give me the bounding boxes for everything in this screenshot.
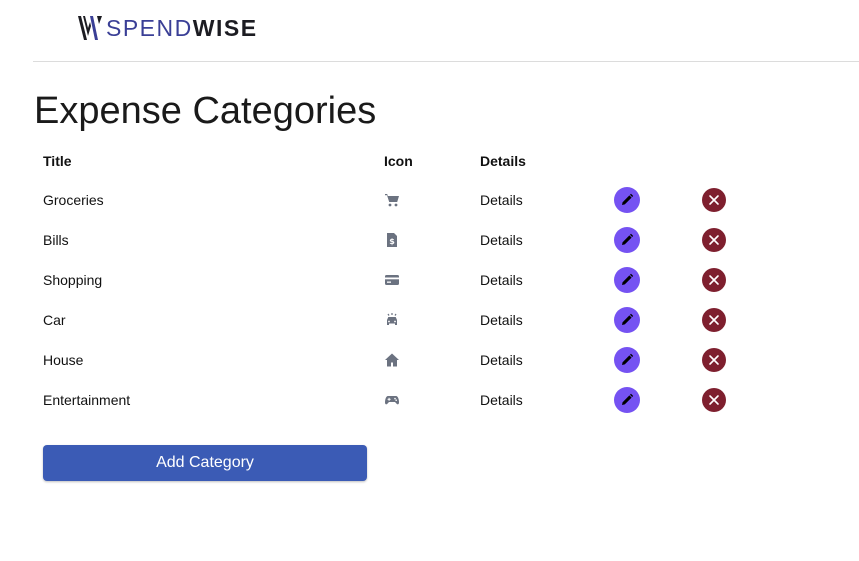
edit-entertainment-button[interactable] bbox=[614, 387, 640, 413]
category-icon-cell: $ bbox=[384, 220, 400, 260]
delete-house-button[interactable] bbox=[702, 348, 726, 372]
gamepad-icon bbox=[384, 392, 400, 408]
spendwise-logo-mark-icon bbox=[78, 16, 102, 40]
close-icon bbox=[708, 354, 720, 366]
category-title: House bbox=[43, 352, 84, 368]
brand-name: SPENDWISE bbox=[106, 14, 258, 42]
edit-shopping-button[interactable] bbox=[614, 267, 640, 293]
category-title: Bills bbox=[43, 232, 69, 248]
details-link-shopping[interactable]: Details bbox=[480, 272, 523, 288]
spendwise-logo[interactable]: SPENDWISE bbox=[77, 13, 258, 43]
column-header-details: Details bbox=[480, 153, 526, 169]
add-category-button[interactable]: Add Category bbox=[43, 445, 367, 481]
invoice-icon: $ bbox=[384, 232, 400, 248]
svg-text:$: $ bbox=[389, 237, 395, 246]
pencil-icon bbox=[620, 273, 634, 287]
column-header-title: Title bbox=[43, 153, 72, 169]
delete-entertainment-button[interactable] bbox=[702, 388, 726, 412]
category-icon-cell bbox=[384, 260, 400, 300]
details-link-house[interactable]: Details bbox=[480, 352, 523, 368]
close-icon bbox=[708, 314, 720, 326]
edit-groceries-button[interactable] bbox=[614, 187, 640, 213]
pencil-icon bbox=[620, 313, 634, 327]
page-title: Expense Categories bbox=[34, 90, 377, 132]
delete-bills-button[interactable] bbox=[702, 228, 726, 252]
credit-card-icon bbox=[384, 272, 400, 288]
edit-car-button[interactable] bbox=[614, 307, 640, 333]
table-row: Entertainment Details bbox=[43, 380, 803, 420]
home-icon bbox=[384, 352, 400, 368]
column-header-icon: Icon bbox=[384, 153, 413, 169]
pencil-icon bbox=[620, 393, 634, 407]
delete-shopping-button[interactable] bbox=[702, 268, 726, 292]
category-icon-cell bbox=[384, 380, 400, 420]
brand-name-part1: SPEND bbox=[106, 15, 193, 41]
page: SPENDWISE Expense Categories Title Icon … bbox=[0, 0, 859, 561]
close-icon bbox=[708, 274, 720, 286]
category-title: Groceries bbox=[43, 192, 104, 208]
category-title: Car bbox=[43, 312, 66, 328]
details-link-groceries[interactable]: Details bbox=[480, 192, 523, 208]
category-icon-cell bbox=[384, 300, 400, 340]
pencil-icon bbox=[620, 353, 634, 367]
car-icon bbox=[384, 312, 400, 328]
details-link-entertainment[interactable]: Details bbox=[480, 392, 523, 408]
table-row: Groceries Details bbox=[43, 180, 803, 220]
top-navbar: SPENDWISE bbox=[33, 0, 859, 62]
edit-house-button[interactable] bbox=[614, 347, 640, 373]
close-icon bbox=[708, 394, 720, 406]
details-link-car[interactable]: Details bbox=[480, 312, 523, 328]
details-link-bills[interactable]: Details bbox=[480, 232, 523, 248]
close-icon bbox=[708, 194, 720, 206]
close-icon bbox=[708, 234, 720, 246]
category-icon-cell bbox=[384, 180, 400, 220]
table-row: House Details bbox=[43, 340, 803, 380]
table-row: Bills $ Details bbox=[43, 220, 803, 260]
delete-groceries-button[interactable] bbox=[702, 188, 726, 212]
table-row: Car Details bbox=[43, 300, 803, 340]
pencil-icon bbox=[620, 233, 634, 247]
brand-name-part2: WISE bbox=[192, 15, 258, 41]
category-icon-cell bbox=[384, 340, 400, 380]
pencil-icon bbox=[620, 193, 634, 207]
edit-bills-button[interactable] bbox=[614, 227, 640, 253]
table-row: Shopping Details bbox=[43, 260, 803, 300]
category-title: Shopping bbox=[43, 272, 103, 288]
shopping-cart-icon bbox=[384, 192, 400, 208]
delete-car-button[interactable] bbox=[702, 308, 726, 332]
category-title: Entertainment bbox=[43, 392, 131, 408]
